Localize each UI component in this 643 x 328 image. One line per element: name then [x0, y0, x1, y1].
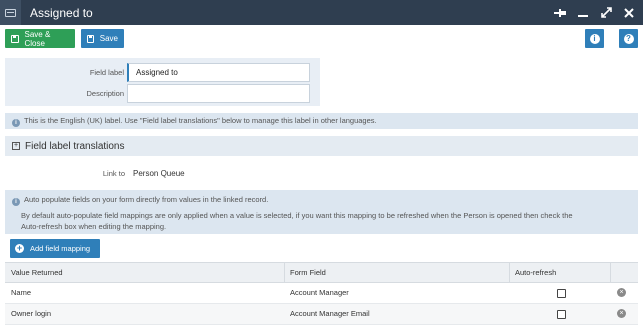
description-caption: Description — [86, 89, 124, 98]
minimize-icon[interactable] — [577, 7, 589, 19]
field-label-panel: Field label Description — [5, 58, 320, 106]
form-field-cell: Account Manager Email — [290, 309, 370, 318]
form-icon — [0, 0, 21, 25]
field-label-row: Field label — [5, 63, 320, 82]
toolbar: Save & Close Save i ? — [5, 29, 638, 49]
column-divider — [284, 263, 285, 283]
window-titlebar: Assigned to — [0, 0, 643, 25]
column-header-auto-refresh[interactable]: Auto-refresh — [515, 263, 556, 283]
add-field-mapping-label: Add field mapping — [30, 244, 91, 253]
table-row[interactable]: Owner login Account Manager Email × — [5, 304, 638, 325]
save-and-close-label: Save & Close — [24, 29, 51, 48]
auto-populate-info: i Auto populate fields on your form direc… — [5, 190, 638, 234]
window-controls — [554, 0, 635, 25]
column-divider — [610, 263, 611, 283]
save-icon — [87, 34, 94, 43]
add-field-mapping-button[interactable]: + Add field mapping — [10, 239, 100, 258]
auto-populate-line-1: i Auto populate fields on your form direc… — [12, 194, 631, 206]
column-header-value-returned[interactable]: Value Returned — [11, 263, 63, 283]
value-returned-cell: Name — [11, 288, 32, 297]
save-and-close-button[interactable]: Save & Close — [5, 29, 75, 48]
save-button[interactable]: Save — [81, 29, 124, 48]
expand-icon: + — [12, 142, 20, 150]
column-header-form-field[interactable]: Form Field — [290, 263, 326, 283]
info-button[interactable]: i — [585, 29, 604, 48]
maximize-icon[interactable] — [600, 7, 612, 19]
description-row: Description — [5, 84, 320, 103]
help-button[interactable]: ? — [619, 29, 638, 48]
field-label-translations-toggle[interactable]: + Field label translations — [5, 136, 638, 156]
window-title: Assigned to — [30, 5, 93, 20]
link-to-caption: Link to — [102, 169, 125, 178]
info-icon: i — [589, 33, 600, 44]
plus-circle-icon: + — [15, 243, 24, 253]
pin-icon[interactable] — [554, 7, 566, 19]
info-icon: i — [12, 119, 20, 127]
close-icon[interactable] — [623, 7, 635, 19]
auto-refresh-checkbox[interactable] — [557, 289, 566, 298]
auto-refresh-checkbox[interactable] — [557, 310, 566, 319]
help-icon: ? — [623, 33, 634, 44]
description-input[interactable] — [127, 84, 310, 103]
remove-icon[interactable]: × — [617, 309, 626, 318]
remove-icon[interactable]: × — [617, 288, 626, 297]
auto-populate-info-line2: By default auto-populate field mappings … — [21, 211, 573, 220]
field-label-translations-title: Field label translations — [25, 140, 125, 152]
save-icon — [11, 34, 19, 43]
table-row[interactable]: Name Account Manager × — [5, 283, 638, 304]
label-language-info-text: This is the English (UK) label. Use "Fie… — [24, 116, 377, 125]
auto-populate-info-line1: Auto populate fields on your form direct… — [24, 195, 269, 204]
link-to-row: Link to Person Queue — [5, 166, 638, 182]
value-returned-cell: Owner login — [11, 309, 52, 318]
field-mapping-table: Value Returned Form Field Auto-refresh N… — [5, 262, 638, 325]
column-divider — [509, 263, 510, 283]
field-label-input[interactable] — [127, 63, 310, 82]
save-label: Save — [99, 34, 118, 43]
field-label-caption: Field label — [89, 68, 124, 77]
label-language-info: i This is the English (UK) label. Use "Fi… — [5, 113, 638, 129]
form-field-cell: Account Manager — [290, 288, 349, 297]
table-header: Value Returned Form Field Auto-refresh — [5, 262, 638, 283]
info-icon: i — [12, 198, 20, 206]
auto-populate-info-line3: Auto-refresh box when editing the mappin… — [21, 222, 167, 231]
link-to-value: Person Queue — [133, 169, 185, 178]
